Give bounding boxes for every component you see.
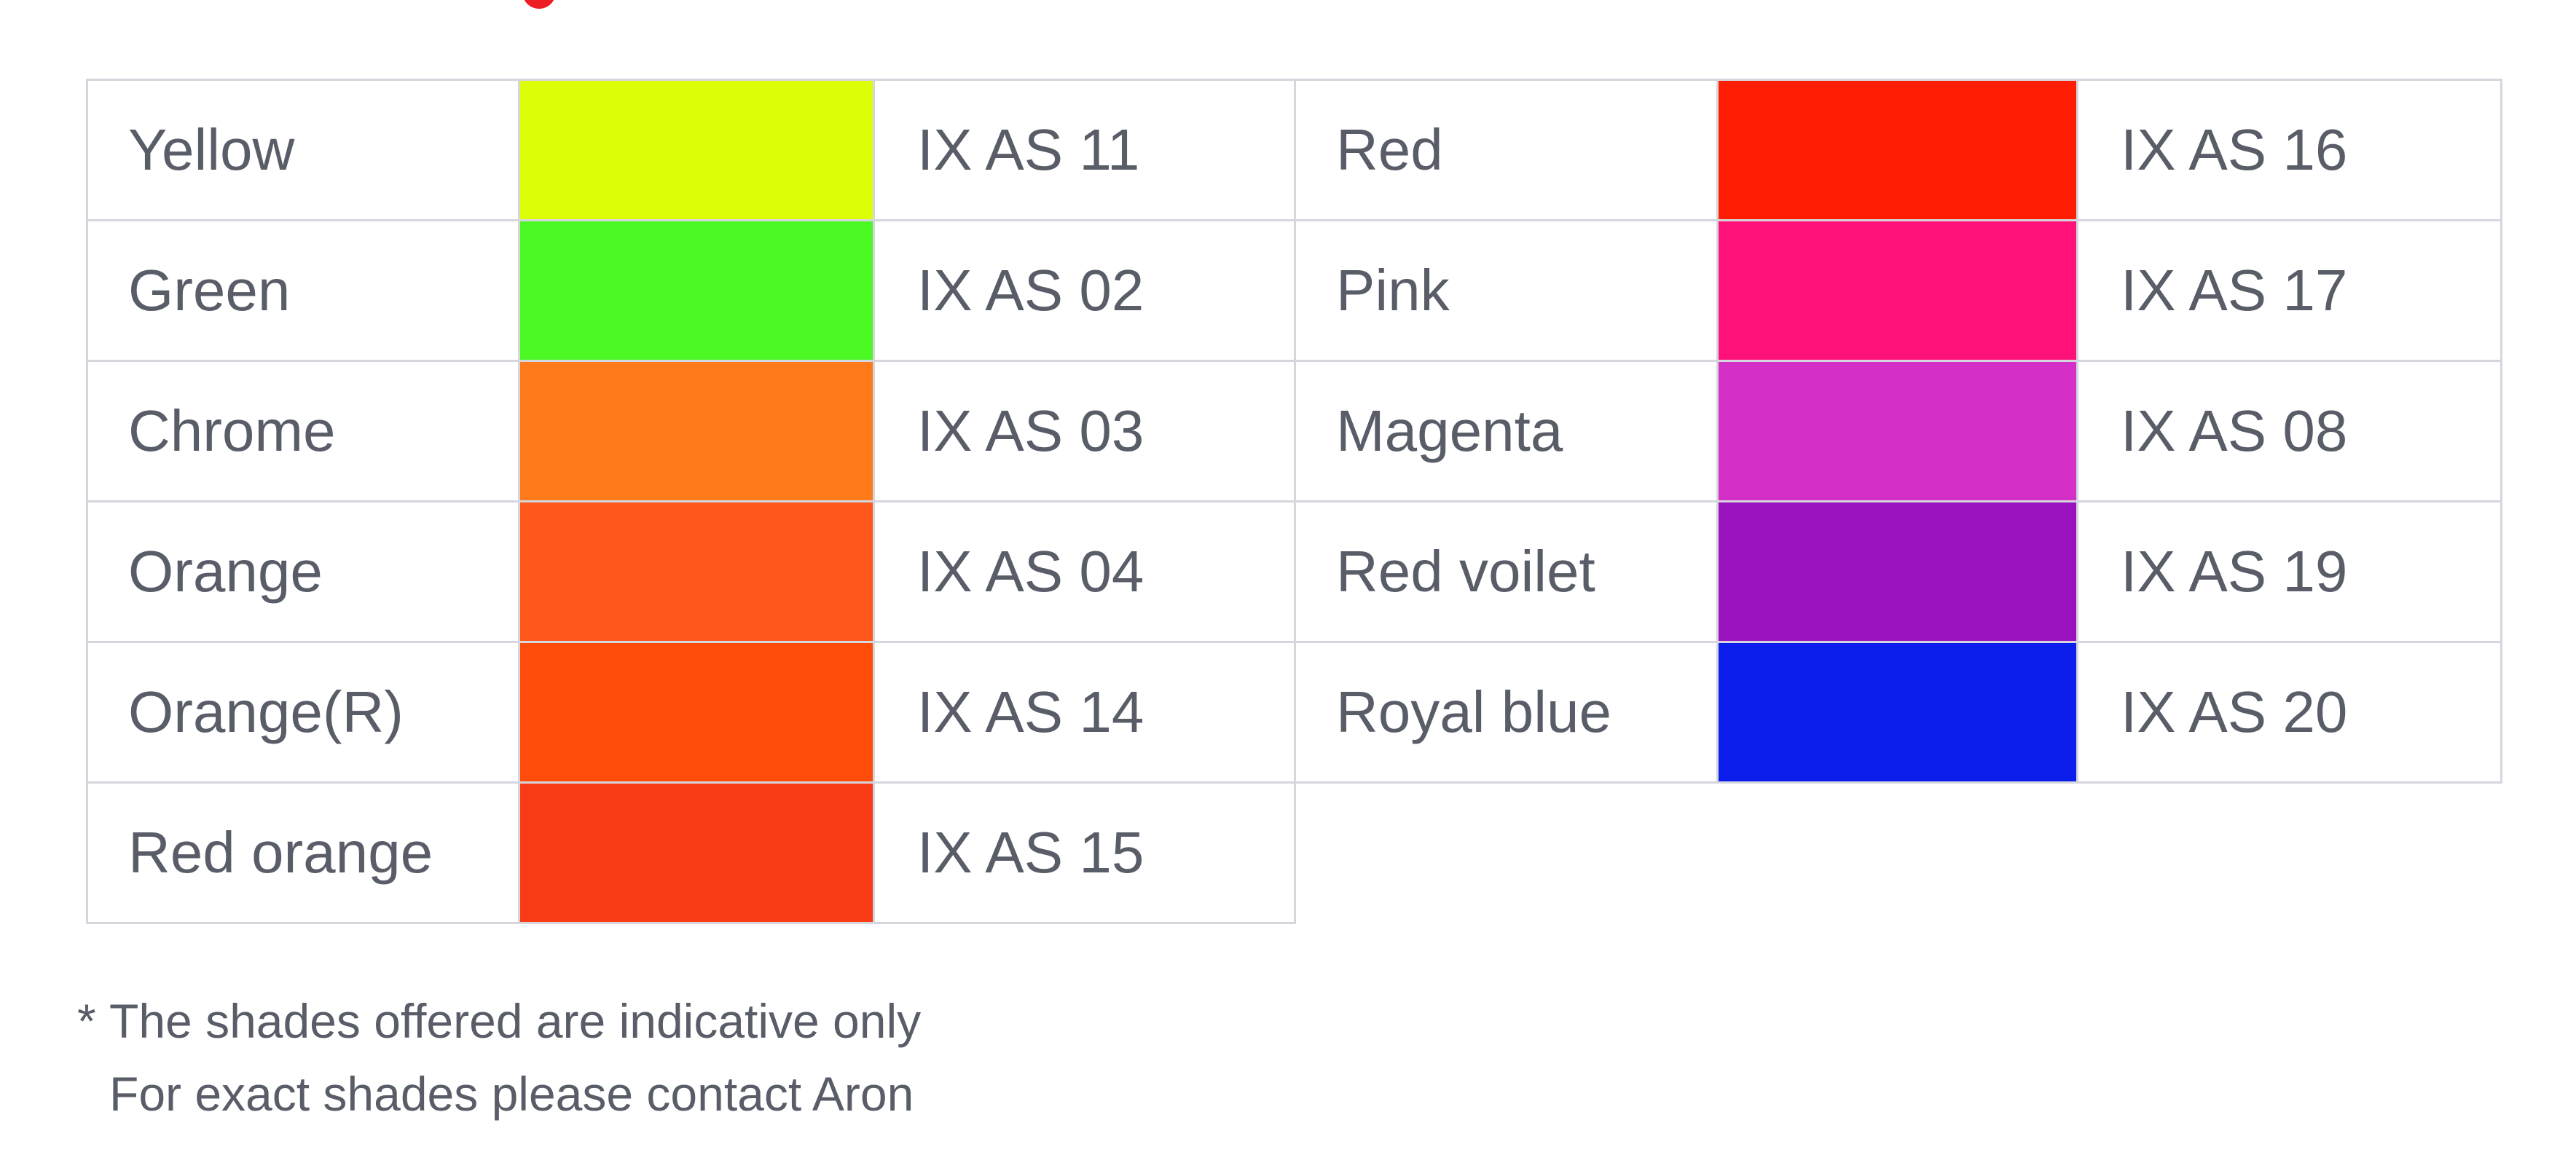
shade-name: Magenta <box>1294 360 1719 502</box>
table-row: Orange IX AS 04 Red voilet IX AS 19 <box>86 500 2502 643</box>
shade-code: IX AS 19 <box>2076 500 2502 643</box>
shade-code: IX AS 03 <box>873 360 1296 502</box>
shade-name: Red <box>1294 79 1719 221</box>
color-swatch <box>1716 219 2078 362</box>
shade-code: IX AS 20 <box>2076 641 2502 784</box>
color-swatch <box>1716 360 2078 502</box>
shade-code: IX AS 16 <box>2076 79 2502 221</box>
footnote-line-1: * The shades offered are indicative only <box>77 985 921 1057</box>
shade-code: IX AS 08 <box>2076 360 2502 502</box>
shade-name: Orange <box>86 500 520 643</box>
color-swatch <box>1716 641 2078 784</box>
footnote-text-1: The shades offered are indicative only <box>109 994 922 1048</box>
color-swatch <box>518 219 875 362</box>
shade-name: Green <box>86 219 520 362</box>
shade-code: IX AS 14 <box>873 641 1296 784</box>
color-swatch <box>518 360 875 502</box>
shade-table: Yellow IX AS 11 Red IX AS 16 Green IX AS… <box>86 79 2502 924</box>
shade-code: IX AS 04 <box>873 500 1296 643</box>
color-swatch <box>518 781 875 924</box>
shade-name: Red orange <box>86 781 520 924</box>
footnote-text-2: For exact shades please contact Aron <box>109 1067 914 1121</box>
shade-code: IX AS 02 <box>873 219 1296 362</box>
shade-name: Royal blue <box>1294 641 1719 784</box>
color-swatch <box>518 79 875 221</box>
color-swatch <box>518 500 875 643</box>
shade-name: Pink <box>1294 219 1719 362</box>
shade-code: IX AS 17 <box>2076 219 2502 362</box>
empty-cell <box>1718 783 2078 923</box>
empty-cell <box>2078 783 2502 923</box>
footnote: * The shades offered are indicative only … <box>77 985 921 1130</box>
shade-name: Red voilet <box>1294 500 1719 643</box>
table-row: Orange(R) IX AS 14 Royal blue IX AS 20 <box>86 641 2502 784</box>
shade-code: IX AS 11 <box>873 79 1296 221</box>
footnote-line-2: For exact shades please contact Aron <box>77 1057 921 1130</box>
shade-name: Yellow <box>86 79 520 221</box>
color-swatch <box>1716 79 2078 221</box>
table-row: Green IX AS 02 Pink IX AS 17 <box>86 219 2502 362</box>
shade-name: Chrome <box>86 360 520 502</box>
table-row: Red orange IX AS 15 <box>86 781 2502 924</box>
color-swatch <box>1716 500 2078 643</box>
shade-code: IX AS 15 <box>873 781 1296 924</box>
color-swatch <box>518 641 875 784</box>
empty-cell <box>1295 783 1718 923</box>
top-red-mark <box>522 0 556 9</box>
footnote-marker: * <box>77 994 96 1048</box>
table-row: Chrome IX AS 03 Magenta IX AS 08 <box>86 360 2502 502</box>
table-row: Yellow IX AS 11 Red IX AS 16 <box>86 79 2502 221</box>
shade-name: Orange(R) <box>86 641 520 784</box>
